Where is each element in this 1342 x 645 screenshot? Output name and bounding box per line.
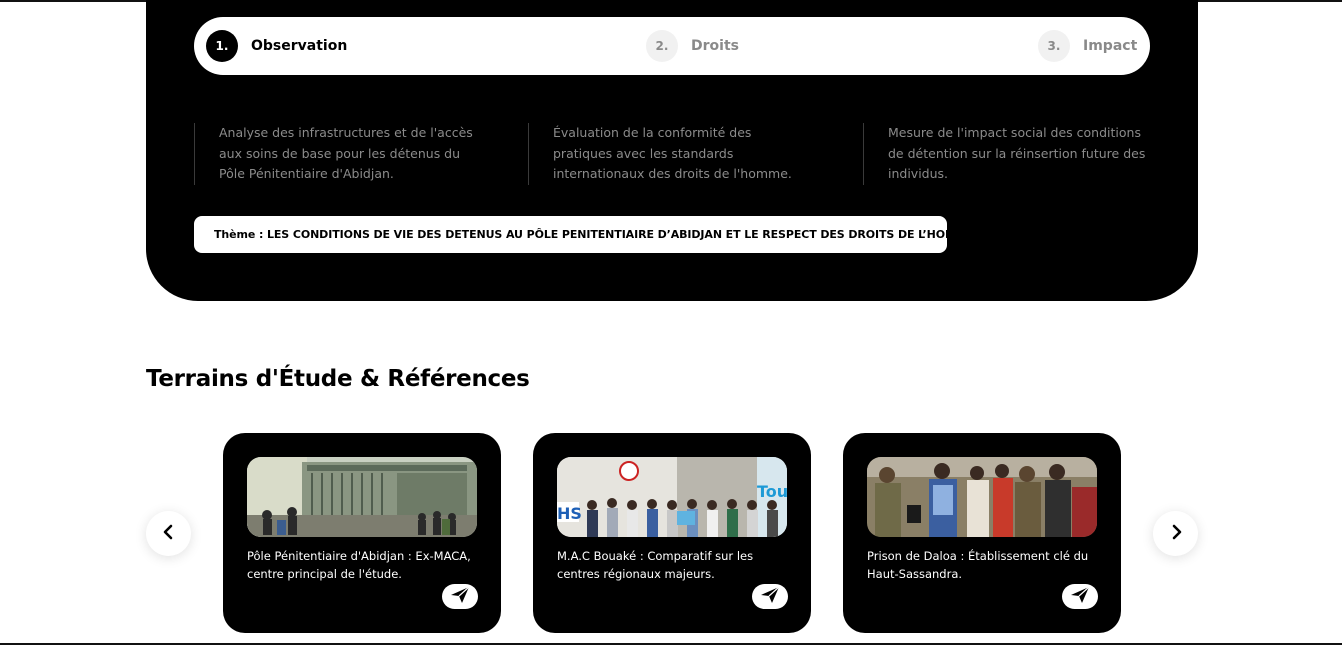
send-icon (450, 586, 470, 608)
steps-bar: 1. Observation 2. Droits 3. Impact (194, 17, 1150, 75)
description-line: internationaux des droits de l'homme. (553, 166, 792, 181)
card-open-button[interactable] (752, 584, 788, 609)
chevron-left-icon (162, 524, 176, 544)
caption-line: Haut-Sassandra. (867, 567, 963, 581)
card-open-button[interactable] (1062, 584, 1098, 609)
step-description-impact: Mesure de l'impact social des conditions… (863, 123, 1163, 185)
description-line: individus. (888, 166, 949, 181)
description-line: Pôle Pénitentiaire d'Abidjan. (219, 166, 394, 181)
study-card-daloa[interactable]: Prison de Daloa : Établissement clé du H… (843, 433, 1121, 633)
caption-line: centre principal de l'étude. (247, 567, 402, 581)
card-open-button[interactable] (442, 584, 478, 609)
step-description-droits: Évaluation de la conformité des pratique… (528, 123, 828, 185)
send-icon (760, 586, 780, 608)
theme-banner: Thème : LES CONDITIONS DE VIE DES DETENU… (194, 216, 974, 253)
step-number: 3. (1038, 30, 1070, 62)
card-caption: Pôle Pénitentiaire d'Abidjan : Ex-MACA, … (247, 547, 477, 583)
step-label: Impact (1083, 38, 1138, 54)
svg-text:HS: HS (557, 504, 582, 523)
step-description-observation: Analyse des infrastructures et de l'accè… (194, 123, 494, 185)
study-card-bouake[interactable]: Tou HS M.A.C Bouaké : Comparatif sur les… (533, 433, 811, 633)
step-observation[interactable]: 1. Observation (206, 30, 347, 62)
card-photo (247, 457, 477, 537)
step-number: 2. (646, 30, 678, 62)
card-caption: Prison de Daloa : Établissement clé du H… (867, 547, 1097, 583)
step-label: Droits (691, 38, 739, 54)
card-photo: Tou HS (557, 457, 787, 537)
carousel-next-button[interactable] (1153, 511, 1198, 556)
caption-line: M.A.C Bouaké : Comparatif sur les (557, 549, 754, 563)
caption-line: Pôle Pénitentiaire d'Abidjan : Ex-MACA, (247, 549, 471, 563)
svg-text:Tou: Tou (757, 482, 787, 501)
carousel-prev-button[interactable] (146, 511, 191, 556)
study-card-abidjan[interactable]: Pôle Pénitentiaire d'Abidjan : Ex-MACA, … (223, 433, 501, 633)
caption-line: Prison de Daloa : Établissement clé du (867, 549, 1089, 563)
description-line: Mesure de l'impact social des conditions (888, 125, 1141, 140)
description-line: de détention sur la réinsertion future d… (888, 145, 1146, 161)
description-line: aux soins de base pour les détenus du (219, 145, 461, 161)
caption-line: centres régionaux majeurs. (557, 567, 715, 581)
step-number: 1. (206, 30, 238, 62)
chevron-right-icon (1169, 524, 1183, 544)
step-impact[interactable]: 3. Impact (1038, 30, 1137, 62)
card-photo (867, 457, 1097, 537)
description-line: pratiques avec les standards (553, 145, 734, 161)
send-icon (1070, 586, 1090, 608)
step-droits[interactable]: 2. Droits (646, 30, 739, 62)
description-line: Analyse des infrastructures et de l'accè… (219, 125, 473, 140)
step-label: Observation (251, 38, 348, 54)
section-title: Terrains d'Étude & Références (146, 366, 530, 392)
description-line: Évaluation de la conformité des (553, 125, 752, 140)
card-caption: M.A.C Bouaké : Comparatif sur les centre… (557, 547, 787, 583)
